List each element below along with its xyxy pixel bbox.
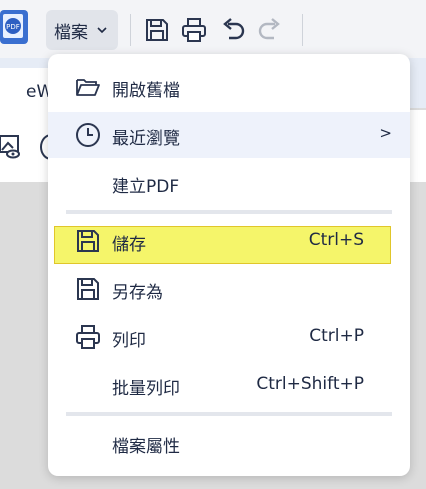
menu-item-shortcut: Ctrl+P <box>309 326 364 346</box>
redo-icon[interactable] <box>256 16 284 44</box>
menu-item-print[interactable]: 列印 Ctrl+P <box>48 314 410 360</box>
menu-item-shortcut: Ctrl+S <box>308 230 364 250</box>
menu-divider <box>66 210 392 214</box>
app-logo-icon[interactable]: PDF <box>0 10 30 46</box>
menu-item-create-pdf[interactable]: 建立PDF <box>48 160 410 206</box>
menu-item-batch-print[interactable]: 批量列印 Ctrl+Shift+P <box>48 362 410 408</box>
submenu-arrow-icon: > <box>379 124 392 142</box>
clock-icon <box>76 123 100 147</box>
menu-item-label: 儲存 <box>112 235 146 255</box>
menu-item-label: 另存為 <box>112 283 163 303</box>
menu-item-label: 檔案屬性 <box>112 437 180 457</box>
menu-item-save[interactable]: 儲存 Ctrl+S <box>48 218 410 264</box>
menu-item-label: 列印 <box>112 331 146 351</box>
folder-open-icon <box>76 79 100 96</box>
print-icon <box>76 325 100 349</box>
file-menu-label: 檔案 <box>54 22 88 43</box>
menu-item-label: 最近瀏覽 <box>112 129 180 149</box>
top-toolbar: PDF 檔案 <box>0 0 426 58</box>
chevron-down-icon <box>97 27 107 34</box>
svg-text:PDF: PDF <box>6 23 20 31</box>
save-as-icon <box>77 278 99 300</box>
menu-item-shortcut: Ctrl+Shift+P <box>256 374 364 394</box>
menu-item-save-as[interactable]: 另存為 <box>48 266 410 312</box>
print-icon[interactable] <box>180 16 208 44</box>
toolbar-separator <box>130 14 131 46</box>
menu-divider <box>66 412 392 416</box>
image-view-icon[interactable] <box>0 132 28 160</box>
save-icon[interactable] <box>143 16 171 44</box>
file-menu-button[interactable]: 檔案 <box>46 10 118 50</box>
undo-icon[interactable] <box>219 16 247 44</box>
save-icon <box>77 230 99 252</box>
menu-item-label: 批量列印 <box>112 379 180 399</box>
menu-item-label: 開啟舊檔 <box>112 81 180 101</box>
menu-item-open-file[interactable]: 開啟舊檔 <box>48 64 410 110</box>
menu-item-recent[interactable]: 最近瀏覽 > <box>48 112 410 158</box>
toolbar-separator <box>302 14 303 46</box>
menu-item-file-properties[interactable]: 檔案屬性 <box>48 420 410 466</box>
menu-item-label: 建立PDF <box>112 177 180 197</box>
file-dropdown-menu: 開啟舊檔 最近瀏覽 > 建立PDF 儲存 Ctrl+S 另存為 列印 Ctrl+… <box>48 54 410 476</box>
